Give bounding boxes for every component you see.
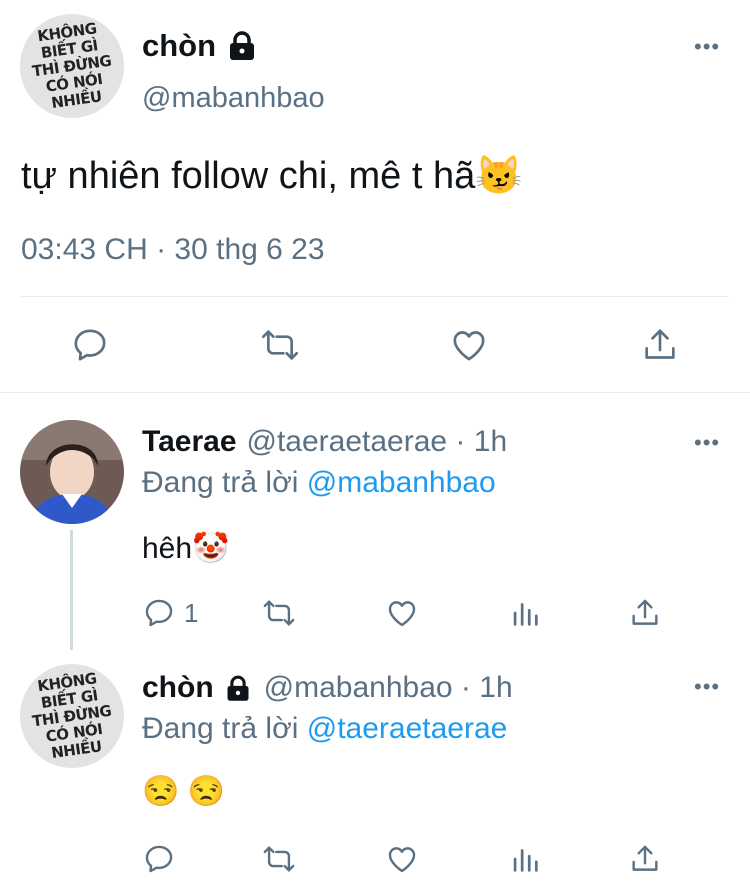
tweet-text: tự nhiên follow chi, mê t hã😼: [21, 155, 523, 197]
lock-icon: [226, 31, 258, 61]
reply-text: hêh🤡: [142, 532, 230, 565]
replying-prefix: Đang trả lời: [142, 466, 307, 499]
replying-prefix: Đang trả lời: [142, 712, 307, 745]
share-icon[interactable]: [640, 325, 680, 365]
like-icon[interactable]: [384, 596, 420, 630]
avatar[interactable]: KHÔNG BIẾT GÌ THÌ ĐỪNG CÓ NÓI NHIỀU: [20, 664, 124, 768]
lock-icon: [224, 675, 252, 702]
avatar[interactable]: KHÔNG BIẾT GÌ THÌ ĐỪNG CÓ NÓI NHIỀU: [20, 14, 124, 118]
reply-icon[interactable]: [142, 842, 176, 876]
more-options-icon[interactable]: •••: [694, 676, 720, 698]
author-handle[interactable]: @mabanhbao · 1h: [264, 671, 513, 705]
retweet-icon[interactable]: [258, 325, 302, 365]
more-options-icon[interactable]: •••: [694, 36, 720, 58]
tweet-timestamp[interactable]: 03:43 CH · 30 thg 6 23: [21, 233, 325, 267]
avatar-text: KHÔNG BIẾT GÌ THÌ ĐỪNG CÓ NÓI NHIỀU: [31, 18, 113, 112]
reply-count: 1: [184, 597, 199, 628]
share-icon[interactable]: [628, 596, 662, 630]
author-name[interactable]: chòn: [142, 28, 216, 64]
author-name[interactable]: Taerae: [142, 425, 237, 459]
analytics-icon[interactable]: [508, 596, 542, 630]
retweet-icon[interactable]: [260, 596, 298, 630]
divider: [21, 296, 729, 297]
replying-to-link[interactable]: @taeraetaerae: [307, 712, 508, 745]
avatar[interactable]: [20, 420, 124, 524]
thread-line: [70, 530, 73, 650]
like-icon[interactable]: [384, 842, 420, 876]
more-options-icon[interactable]: •••: [694, 432, 720, 454]
reply-icon[interactable]: [70, 325, 110, 365]
analytics-icon[interactable]: [508, 842, 542, 876]
reply-text: 😒 😒: [142, 775, 226, 808]
replying-to-link[interactable]: @mabanhbao: [307, 466, 496, 499]
author-handle[interactable]: @taeraetaerae · 1h: [247, 425, 508, 459]
avatar-text: KHÔNG BIẾT GÌ THÌ ĐỪNG CÓ NÓI NHIỀU: [31, 668, 113, 762]
share-icon[interactable]: [628, 842, 662, 876]
reply-icon[interactable]: [142, 596, 176, 630]
retweet-icon[interactable]: [260, 842, 298, 876]
section-separator: [0, 392, 750, 393]
author-name[interactable]: chòn: [142, 671, 214, 705]
like-icon[interactable]: [448, 325, 490, 365]
author-handle[interactable]: @mabanhbao: [142, 82, 325, 115]
